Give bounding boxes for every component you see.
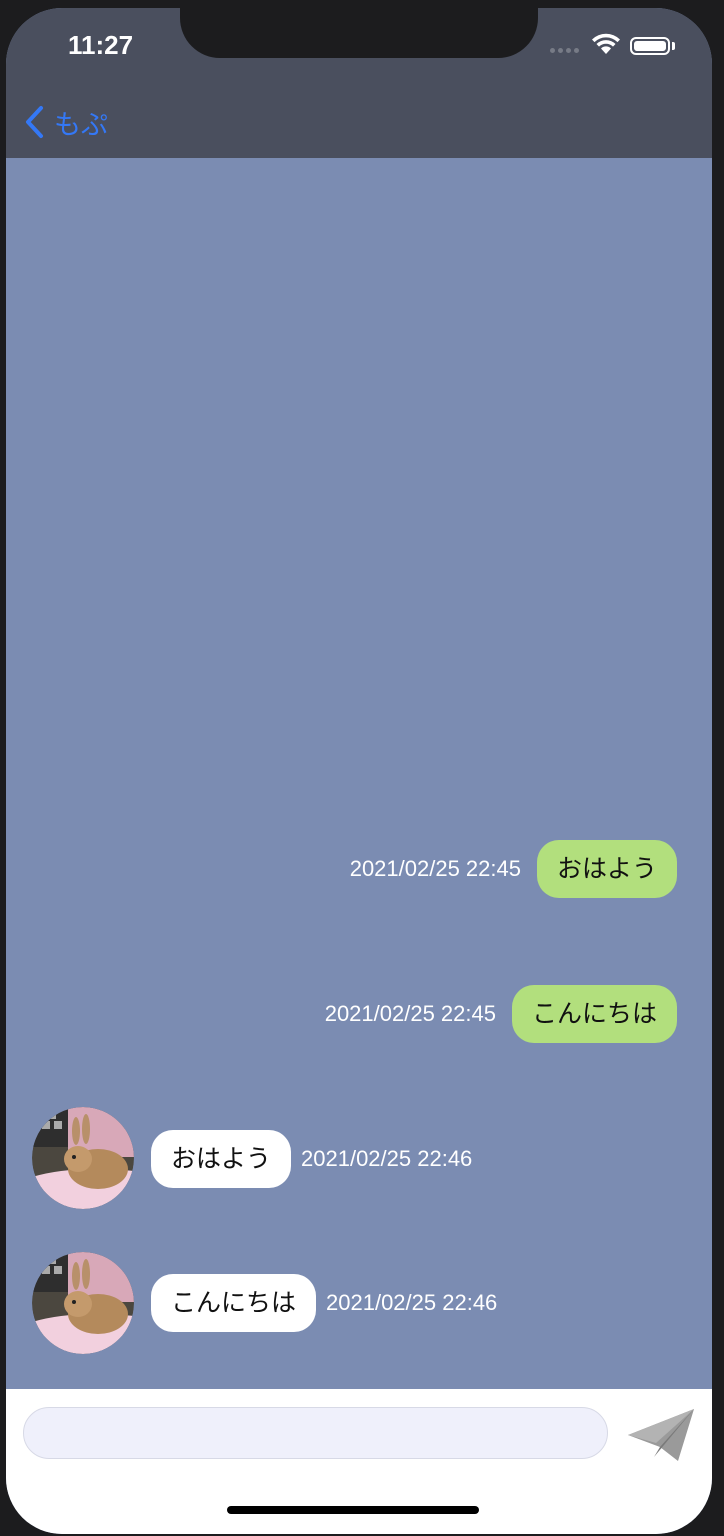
back-label: もぷ (54, 109, 108, 141)
phone-screen: 11:27 もぷ 2021/02/25 22:45 おはよう 2021/02/2… (6, 8, 712, 1534)
send-icon[interactable] (626, 1407, 696, 1463)
message-bubble-outgoing[interactable]: おはよう (536, 840, 677, 898)
avatar-rabbit[interactable] (32, 1252, 134, 1354)
avatar-rabbit[interactable] (32, 1107, 134, 1209)
message-bubble-outgoing[interactable]: こんにちは (511, 985, 677, 1043)
battery-cap (672, 42, 675, 50)
message-timestamp: 2021/02/25 22:45 (324, 1001, 496, 1026)
message-row-incoming: こんにちは 2021/02/25 22:46 (151, 1274, 497, 1332)
battery-icon (630, 37, 670, 55)
message-timestamp: 2021/02/25 22:46 (301, 1146, 473, 1171)
message-row-outgoing: 2021/02/25 22:45 こんにちは (325, 985, 677, 1043)
status-time: 11:27 (68, 30, 134, 60)
cellular-signal-icon (550, 48, 579, 53)
message-bubble-incoming[interactable]: こんにちは (151, 1274, 317, 1332)
message-row-outgoing: 2021/02/25 22:45 おはよう (350, 840, 677, 898)
message-row-incoming: おはよう 2021/02/25 22:46 (151, 1130, 472, 1188)
chevron-left-icon (26, 106, 43, 138)
home-indicator[interactable] (227, 1506, 479, 1514)
back-button[interactable]: もぷ (24, 102, 108, 142)
notch (180, 8, 538, 58)
message-timestamp: 2021/02/25 22:45 (349, 856, 521, 881)
wifi-icon (592, 33, 620, 54)
message-input[interactable] (23, 1407, 608, 1459)
message-bubble-incoming[interactable]: おはよう (151, 1130, 292, 1188)
message-timestamp: 2021/02/25 22:46 (326, 1290, 498, 1315)
navigation-bar: 11:27 もぷ (6, 8, 712, 158)
